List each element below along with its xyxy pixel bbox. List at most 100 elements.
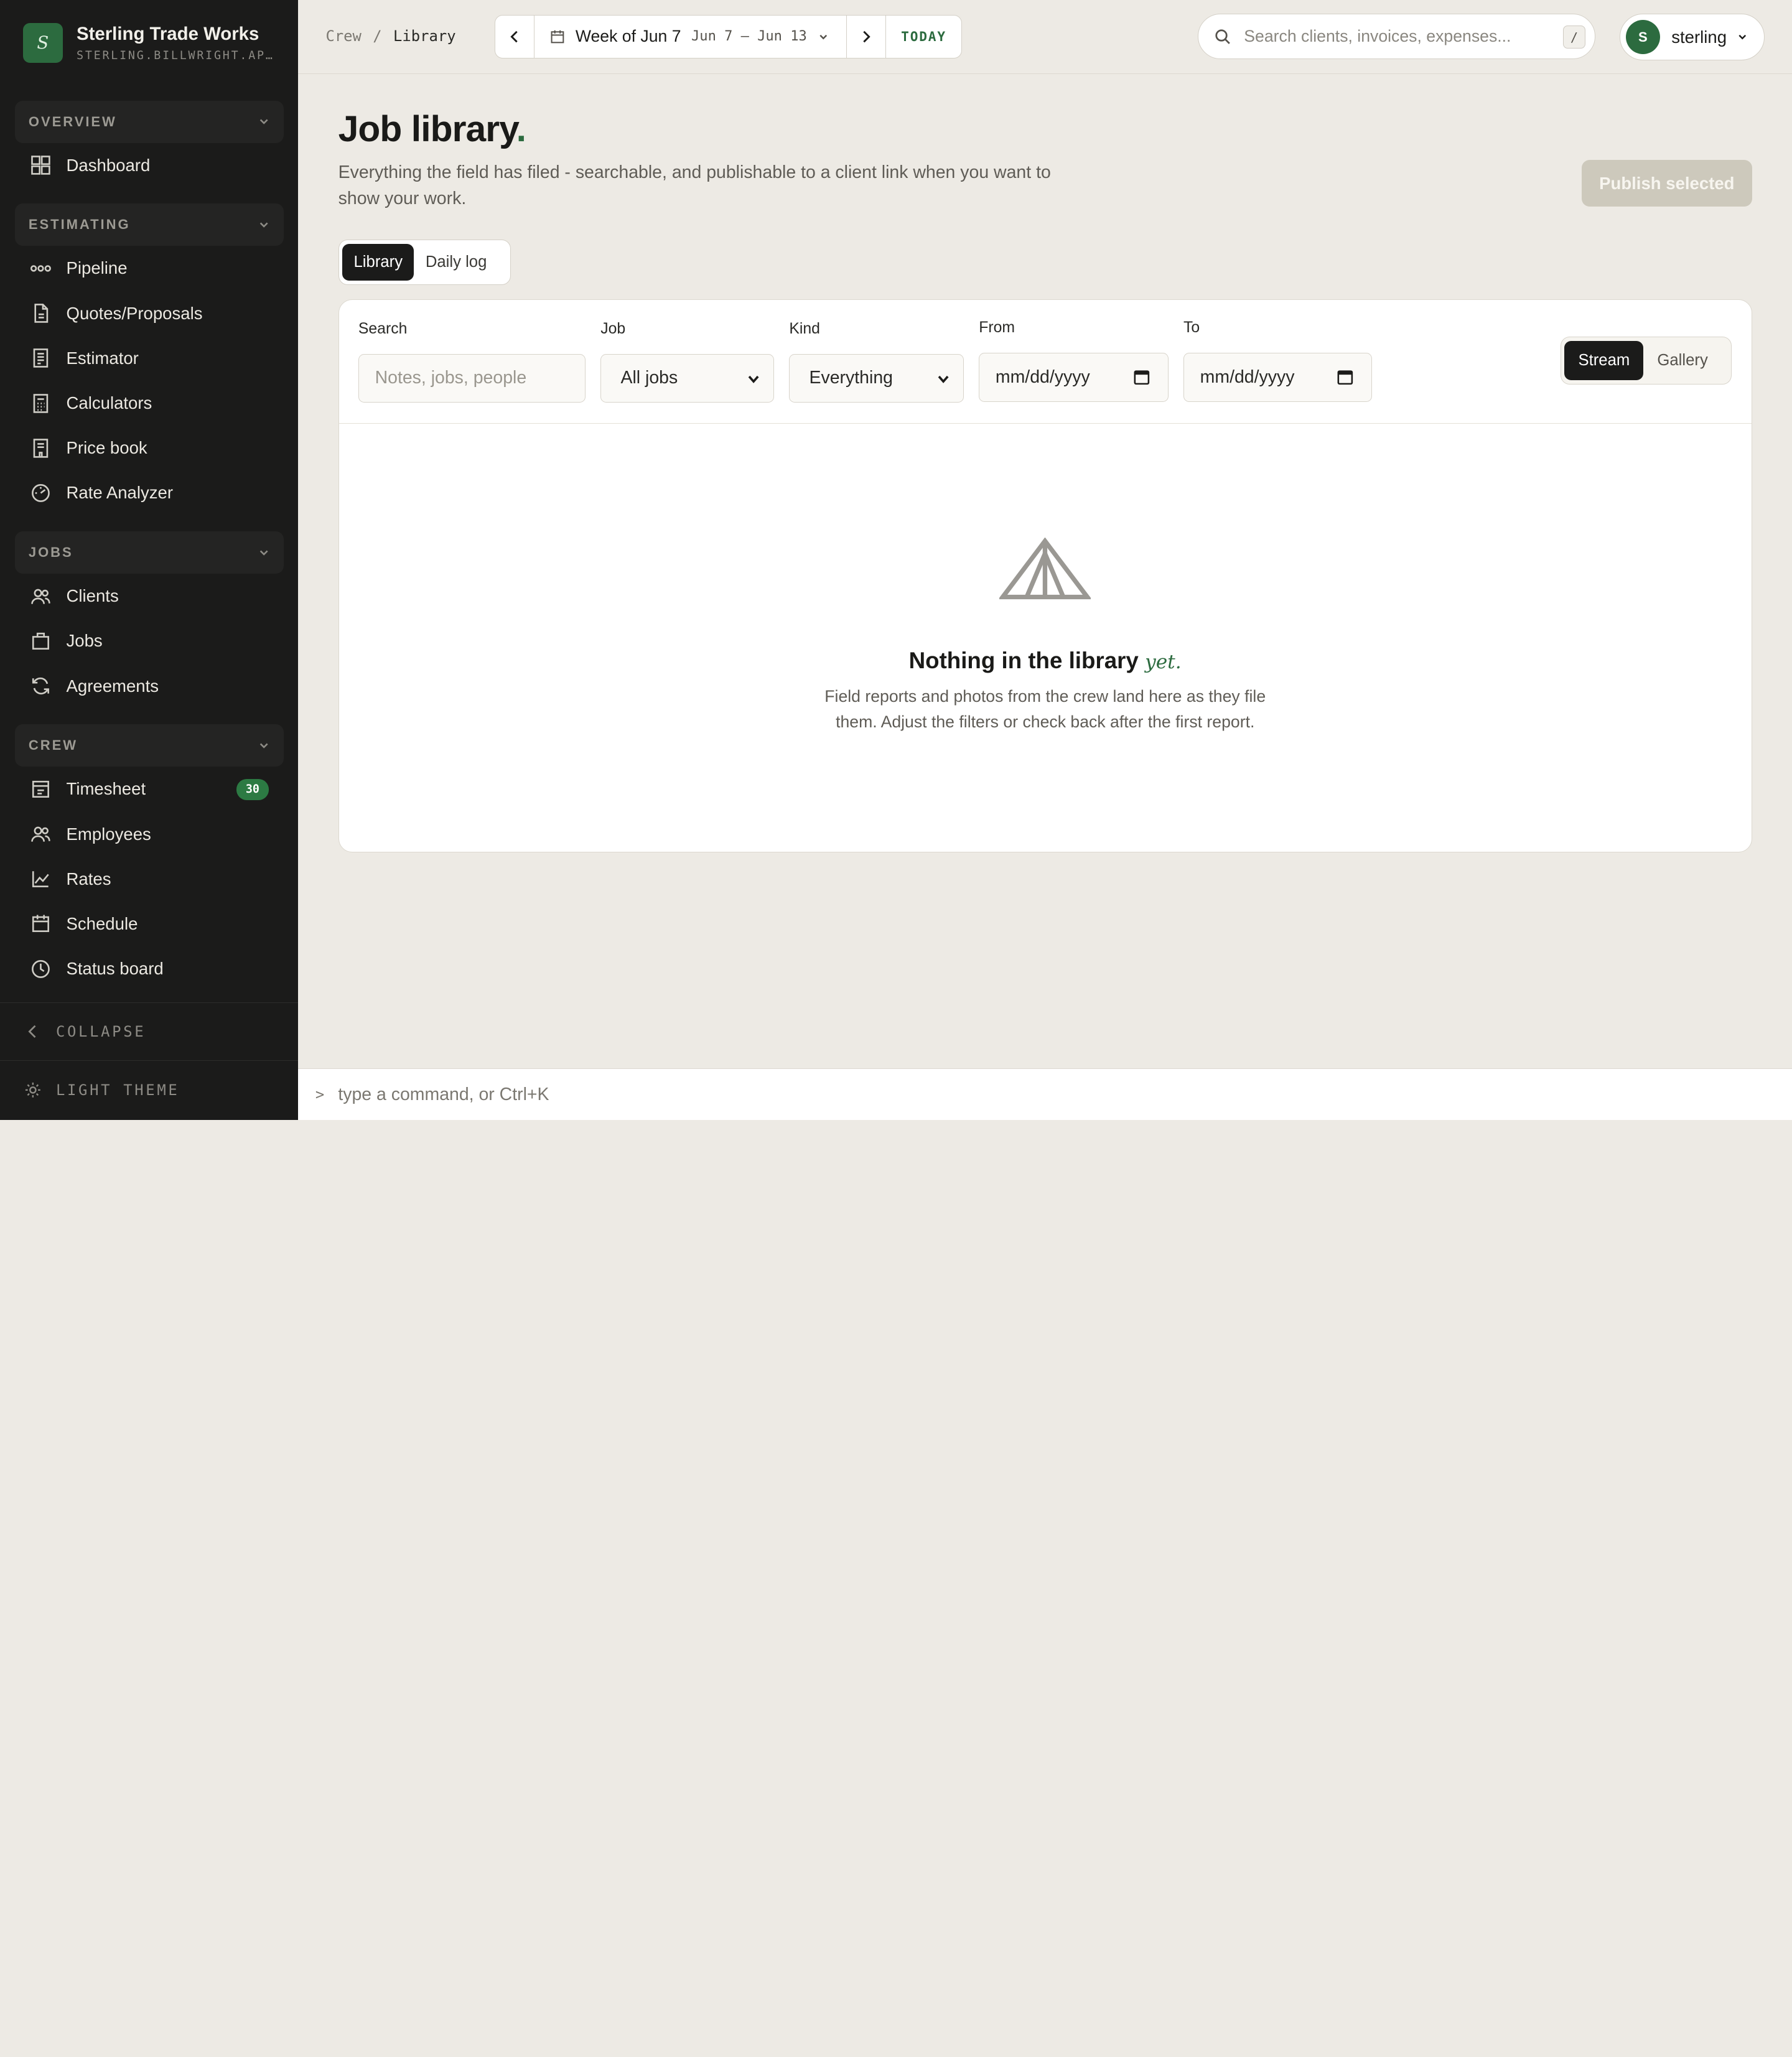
sidebar-item-label: Pipeline <box>66 258 128 278</box>
breadcrumb: Crew / Library <box>325 27 455 45</box>
publish-selected-button[interactable]: Publish selected <box>1582 160 1752 207</box>
section-overview[interactable]: OVERVIEW <box>14 100 284 143</box>
layout-stream[interactable]: Stream <box>1564 341 1644 380</box>
to-date-input[interactable]: mm/dd/yyyy <box>1183 352 1373 402</box>
week-picker: Week of Jun 7 Jun 7 – Jun 13 TODAY <box>495 14 963 58</box>
brand-text: Sterling Trade Works STERLING.BILLWRIGHT… <box>77 24 273 62</box>
sidebar-item-pipeline[interactable]: Pipeline <box>0 246 298 291</box>
sidebar-item-timesheet[interactable]: Timesheet 30 <box>0 767 298 811</box>
page-title: Job library. <box>338 108 1752 150</box>
main-content: Job library. Everything the field has fi… <box>338 74 1752 853</box>
sidebar-item-employees[interactable]: Employees <box>0 811 298 856</box>
week-range: Jun 7 – Jun 13 <box>691 29 807 45</box>
collapse-button[interactable]: COLLAPSE <box>0 1002 299 1061</box>
from-date-input[interactable]: mm/dd/yyyy <box>979 352 1169 402</box>
topbar: Crew / Library Week of Jun 7 Jun 7 – Jun… <box>298 0 1792 75</box>
chart-line-icon <box>32 871 49 888</box>
sidebar-item-label: Status board <box>66 959 164 979</box>
section-label: JOBS <box>28 544 73 561</box>
empty-description: Field reports and photos from the crew l… <box>824 687 1266 731</box>
timesheet-count-badge: 30 <box>236 779 269 800</box>
sidebar-item-label: Estimator <box>66 348 139 368</box>
filter-search: Search <box>358 320 586 403</box>
book-icon <box>33 438 48 458</box>
brand[interactable]: S Sterling Trade Works STERLING.BILLWRIG… <box>22 22 273 63</box>
avatar: S <box>1625 20 1660 55</box>
sidebar-footer: COLLAPSE LIGHT THEME <box>0 1002 299 1120</box>
refresh-icon <box>32 677 49 695</box>
sidebar-item-clients[interactable]: Clients <box>0 574 298 618</box>
tab-daily-log[interactable]: Daily log <box>414 244 498 281</box>
calendar-icon[interactable] <box>1337 369 1353 385</box>
chevron-down-icon <box>819 34 828 39</box>
timesheet-icon <box>32 780 49 798</box>
theme-toggle[interactable]: LIGHT THEME <box>0 1060 299 1119</box>
user-menu[interactable]: S sterling <box>1619 14 1765 61</box>
sidebar-item-dashboard[interactable]: Dashboard <box>0 143 298 188</box>
section-jobs[interactable]: JOBS <box>14 531 284 574</box>
global-search-input[interactable] <box>1244 27 1553 47</box>
page-subtitle: Everything the field has filed - searcha… <box>338 162 1051 209</box>
sidebar: S Sterling Trade Works STERLING.BILLWRIG… <box>0 0 299 1120</box>
breadcrumb-crew[interactable]: Crew <box>325 27 361 45</box>
breadcrumb-current: Library <box>393 27 456 45</box>
global-search: / <box>1197 14 1595 60</box>
sidebar-item-estimator[interactable]: Estimator <box>0 336 298 381</box>
layout-toggle: Stream Gallery <box>1560 336 1732 385</box>
sidebar-item-quotes[interactable]: Quotes/Proposals <box>0 291 298 336</box>
sidebar-item-label: Rates <box>66 869 111 889</box>
empty-title: Nothing in the library yet. <box>339 648 1752 674</box>
week-selector[interactable]: Week of Jun 7 Jun 7 – Jun 13 <box>534 16 846 58</box>
app-root: S Sterling Trade Works STERLING.BILLWRIG… <box>0 0 1792 1120</box>
page-title-dot: . <box>516 109 526 150</box>
sidebar-item-label: Quotes/Proposals <box>66 303 203 323</box>
next-week-button[interactable] <box>846 15 885 58</box>
sidebar-item-agreements[interactable]: Agreements <box>0 663 298 708</box>
chevron-left-icon <box>28 1025 36 1038</box>
collapse-label: COLLAPSE <box>55 1023 146 1041</box>
sidebar-item-label: Agreements <box>66 676 159 696</box>
chevron-down-icon <box>1738 35 1746 40</box>
filter-search-box <box>358 353 586 403</box>
section-estimating[interactable]: ESTIMATING <box>14 203 284 246</box>
sidebar-item-label: Timesheet <box>66 779 146 799</box>
sun-icon <box>26 1082 41 1098</box>
document-icon <box>34 304 48 323</box>
filter-label: Kind <box>789 320 820 338</box>
library-card: Search Job All jobs Kind Everything <box>338 299 1752 853</box>
filter-label: From <box>979 319 1015 337</box>
sidebar-item-label: Calculators <box>66 393 152 413</box>
users-icon <box>30 589 50 604</box>
sidebar-item-calculators[interactable]: Calculators <box>0 381 298 426</box>
sidebar-item-label: Clients <box>66 586 119 606</box>
section-crew[interactable]: CREW <box>14 724 284 767</box>
calendar-icon[interactable] <box>1134 369 1150 385</box>
section-label: OVERVIEW <box>28 113 117 129</box>
chevron-down-icon <box>748 375 759 383</box>
gauge-icon <box>31 483 50 502</box>
kind-select[interactable]: Everything <box>789 353 964 403</box>
prev-week-button[interactable] <box>495 15 534 58</box>
today-button[interactable]: TODAY <box>885 15 962 58</box>
sidebar-item-price-book[interactable]: Price book <box>0 426 298 470</box>
sidebar-item-label: Employees <box>66 824 151 844</box>
section-label: CREW <box>28 737 78 753</box>
command-bar: > <box>298 1068 1792 1120</box>
sidebar-item-rate-analyzer[interactable]: Rate Analyzer <box>0 470 298 515</box>
chevron-down-icon <box>259 222 268 228</box>
chevron-down-icon <box>938 375 949 383</box>
chevron-right-icon <box>863 30 870 43</box>
sidebar-item-schedule[interactable]: Schedule <box>0 902 298 946</box>
empty-state: Nothing in the library yet. Field report… <box>339 424 1752 851</box>
library-search-input[interactable] <box>375 368 569 389</box>
filter-label: Search <box>358 320 408 338</box>
sidebar-item-jobs[interactable]: Jobs <box>0 618 298 663</box>
job-select[interactable]: All jobs <box>600 353 775 403</box>
grid-icon <box>30 156 50 175</box>
command-input[interactable] <box>338 1084 1024 1105</box>
view-tabs: Library Daily log <box>338 239 511 286</box>
layout-gallery[interactable]: Gallery <box>1643 341 1721 380</box>
sidebar-item-rates[interactable]: Rates <box>0 857 298 902</box>
sidebar-item-status-board[interactable]: Status board <box>0 946 298 991</box>
tab-library[interactable]: Library <box>342 244 414 281</box>
